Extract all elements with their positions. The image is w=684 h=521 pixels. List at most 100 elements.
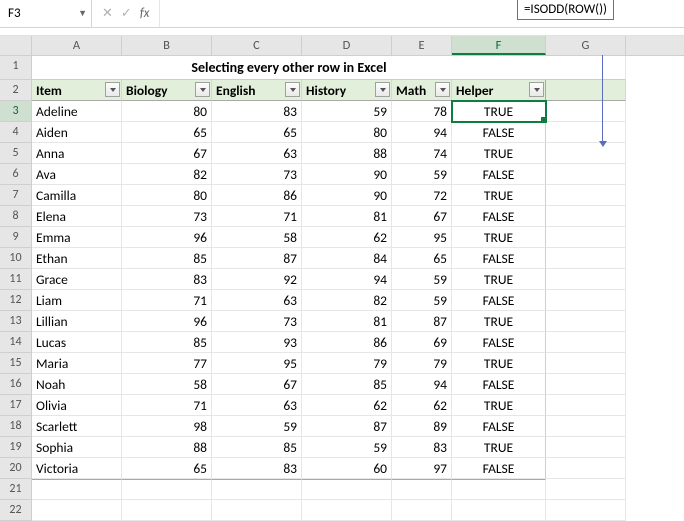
- cell-item[interactable]: Emma: [32, 227, 122, 248]
- cell-helper[interactable]: TRUE: [452, 269, 546, 290]
- cell-history[interactable]: 81: [302, 206, 392, 227]
- cell-biology[interactable]: 96: [122, 311, 212, 332]
- col-header-D[interactable]: D: [302, 36, 392, 55]
- row-header-15[interactable]: 15: [0, 353, 32, 374]
- cell-item[interactable]: Adeline: [32, 101, 122, 122]
- cell-history[interactable]: 59: [302, 437, 392, 458]
- cell-item[interactable]: Ava: [32, 164, 122, 185]
- cell-biology[interactable]: 98: [122, 416, 212, 437]
- cell-biology[interactable]: 85: [122, 248, 212, 269]
- cell-biology[interactable]: 85: [122, 332, 212, 353]
- row-header-12[interactable]: 12: [0, 290, 32, 311]
- cell-item[interactable]: Elena: [32, 206, 122, 227]
- cell-helper[interactable]: FALSE: [452, 416, 546, 437]
- cell-G16[interactable]: [546, 374, 626, 395]
- cell-G3[interactable]: [546, 101, 626, 122]
- cell-G1[interactable]: [546, 56, 626, 80]
- row-header-13[interactable]: 13: [0, 311, 32, 332]
- cell-helper[interactable]: FALSE: [452, 248, 546, 269]
- header-item[interactable]: Item: [32, 80, 122, 101]
- cell-biology[interactable]: 73: [122, 206, 212, 227]
- row-header-22[interactable]: 22: [0, 500, 32, 521]
- col-header-B[interactable]: B: [122, 36, 212, 55]
- row-header-1[interactable]: 1: [0, 56, 32, 80]
- row-header-6[interactable]: 6: [0, 164, 32, 185]
- cell-item[interactable]: Lucas: [32, 332, 122, 353]
- cell-english[interactable]: 71: [212, 206, 302, 227]
- cell-G7[interactable]: [546, 185, 626, 206]
- cell-english[interactable]: 58: [212, 227, 302, 248]
- cell-biology[interactable]: 77: [122, 353, 212, 374]
- cell-G14[interactable]: [546, 332, 626, 353]
- cell-item[interactable]: Anna: [32, 143, 122, 164]
- cell-helper[interactable]: TRUE: [452, 353, 546, 374]
- cell-item[interactable]: Victoria: [32, 458, 122, 479]
- cell-C1[interactable]: [212, 56, 302, 80]
- cell-F21[interactable]: [452, 479, 546, 500]
- cell-biology[interactable]: 65: [122, 458, 212, 479]
- cell-G18[interactable]: [546, 416, 626, 437]
- cell-english[interactable]: 86: [212, 185, 302, 206]
- cell-G20[interactable]: [546, 458, 626, 479]
- cell-history[interactable]: 88: [302, 143, 392, 164]
- cell-E21[interactable]: [392, 479, 452, 500]
- cell-english[interactable]: 73: [212, 164, 302, 185]
- cell-item[interactable]: Maria: [32, 353, 122, 374]
- cell-G13[interactable]: [546, 311, 626, 332]
- cell-history[interactable]: 82: [302, 290, 392, 311]
- filter-dropdown-icon[interactable]: [195, 82, 210, 97]
- cell-helper[interactable]: TRUE: [452, 395, 546, 416]
- cell-item[interactable]: Grace: [32, 269, 122, 290]
- cell-D1[interactable]: [302, 56, 392, 80]
- row-header-8[interactable]: 8: [0, 206, 32, 227]
- filter-dropdown-icon[interactable]: [375, 82, 390, 97]
- cell-A21[interactable]: [32, 479, 122, 500]
- cell-biology[interactable]: 71: [122, 395, 212, 416]
- row-header-14[interactable]: 14: [0, 332, 32, 353]
- cell-english[interactable]: 93: [212, 332, 302, 353]
- cell-item[interactable]: Lillian: [32, 311, 122, 332]
- cell-D21[interactable]: [302, 479, 392, 500]
- cell-A22[interactable]: [32, 500, 122, 521]
- header-history[interactable]: History: [302, 80, 392, 101]
- filter-dropdown-icon[interactable]: [285, 82, 300, 97]
- cell-G22[interactable]: [546, 500, 626, 521]
- cell-math[interactable]: 94: [392, 374, 452, 395]
- cell-biology[interactable]: 88: [122, 437, 212, 458]
- col-header-F[interactable]: F: [452, 36, 546, 55]
- select-all-corner[interactable]: [0, 36, 32, 55]
- cell-A1[interactable]: [32, 56, 122, 80]
- name-box[interactable]: F3 ▼: [0, 0, 92, 27]
- header-helper[interactable]: Helper: [452, 80, 546, 101]
- cell-math[interactable]: 87: [392, 311, 452, 332]
- cell-helper[interactable]: FALSE: [452, 458, 546, 479]
- row-header-20[interactable]: 20: [0, 458, 32, 479]
- cell-G12[interactable]: [546, 290, 626, 311]
- cell-math[interactable]: 59: [392, 164, 452, 185]
- cell-math[interactable]: 79: [392, 353, 452, 374]
- cell-G19[interactable]: [546, 437, 626, 458]
- row-header-7[interactable]: 7: [0, 185, 32, 206]
- row-header-11[interactable]: 11: [0, 269, 32, 290]
- fx-icon[interactable]: fx: [140, 6, 150, 21]
- cell-history[interactable]: 85: [302, 374, 392, 395]
- cell-math[interactable]: 72: [392, 185, 452, 206]
- cell-helper[interactable]: TRUE: [452, 143, 546, 164]
- cell-helper[interactable]: FALSE: [452, 374, 546, 395]
- cell-G6[interactable]: [546, 164, 626, 185]
- cell-B22[interactable]: [122, 500, 212, 521]
- row-header-4[interactable]: 4: [0, 122, 32, 143]
- cell-E22[interactable]: [392, 500, 452, 521]
- cell-english[interactable]: 73: [212, 311, 302, 332]
- row-header-2[interactable]: 2: [0, 80, 32, 101]
- cell-english[interactable]: 67: [212, 374, 302, 395]
- cell-history[interactable]: 87: [302, 416, 392, 437]
- cell-math[interactable]: 59: [392, 290, 452, 311]
- cell-item[interactable]: Noah: [32, 374, 122, 395]
- cell-G8[interactable]: [546, 206, 626, 227]
- cell-math[interactable]: 62: [392, 395, 452, 416]
- cell-math[interactable]: 97: [392, 458, 452, 479]
- cell-history[interactable]: 60: [302, 458, 392, 479]
- cell-biology[interactable]: 71: [122, 290, 212, 311]
- cell-biology[interactable]: 96: [122, 227, 212, 248]
